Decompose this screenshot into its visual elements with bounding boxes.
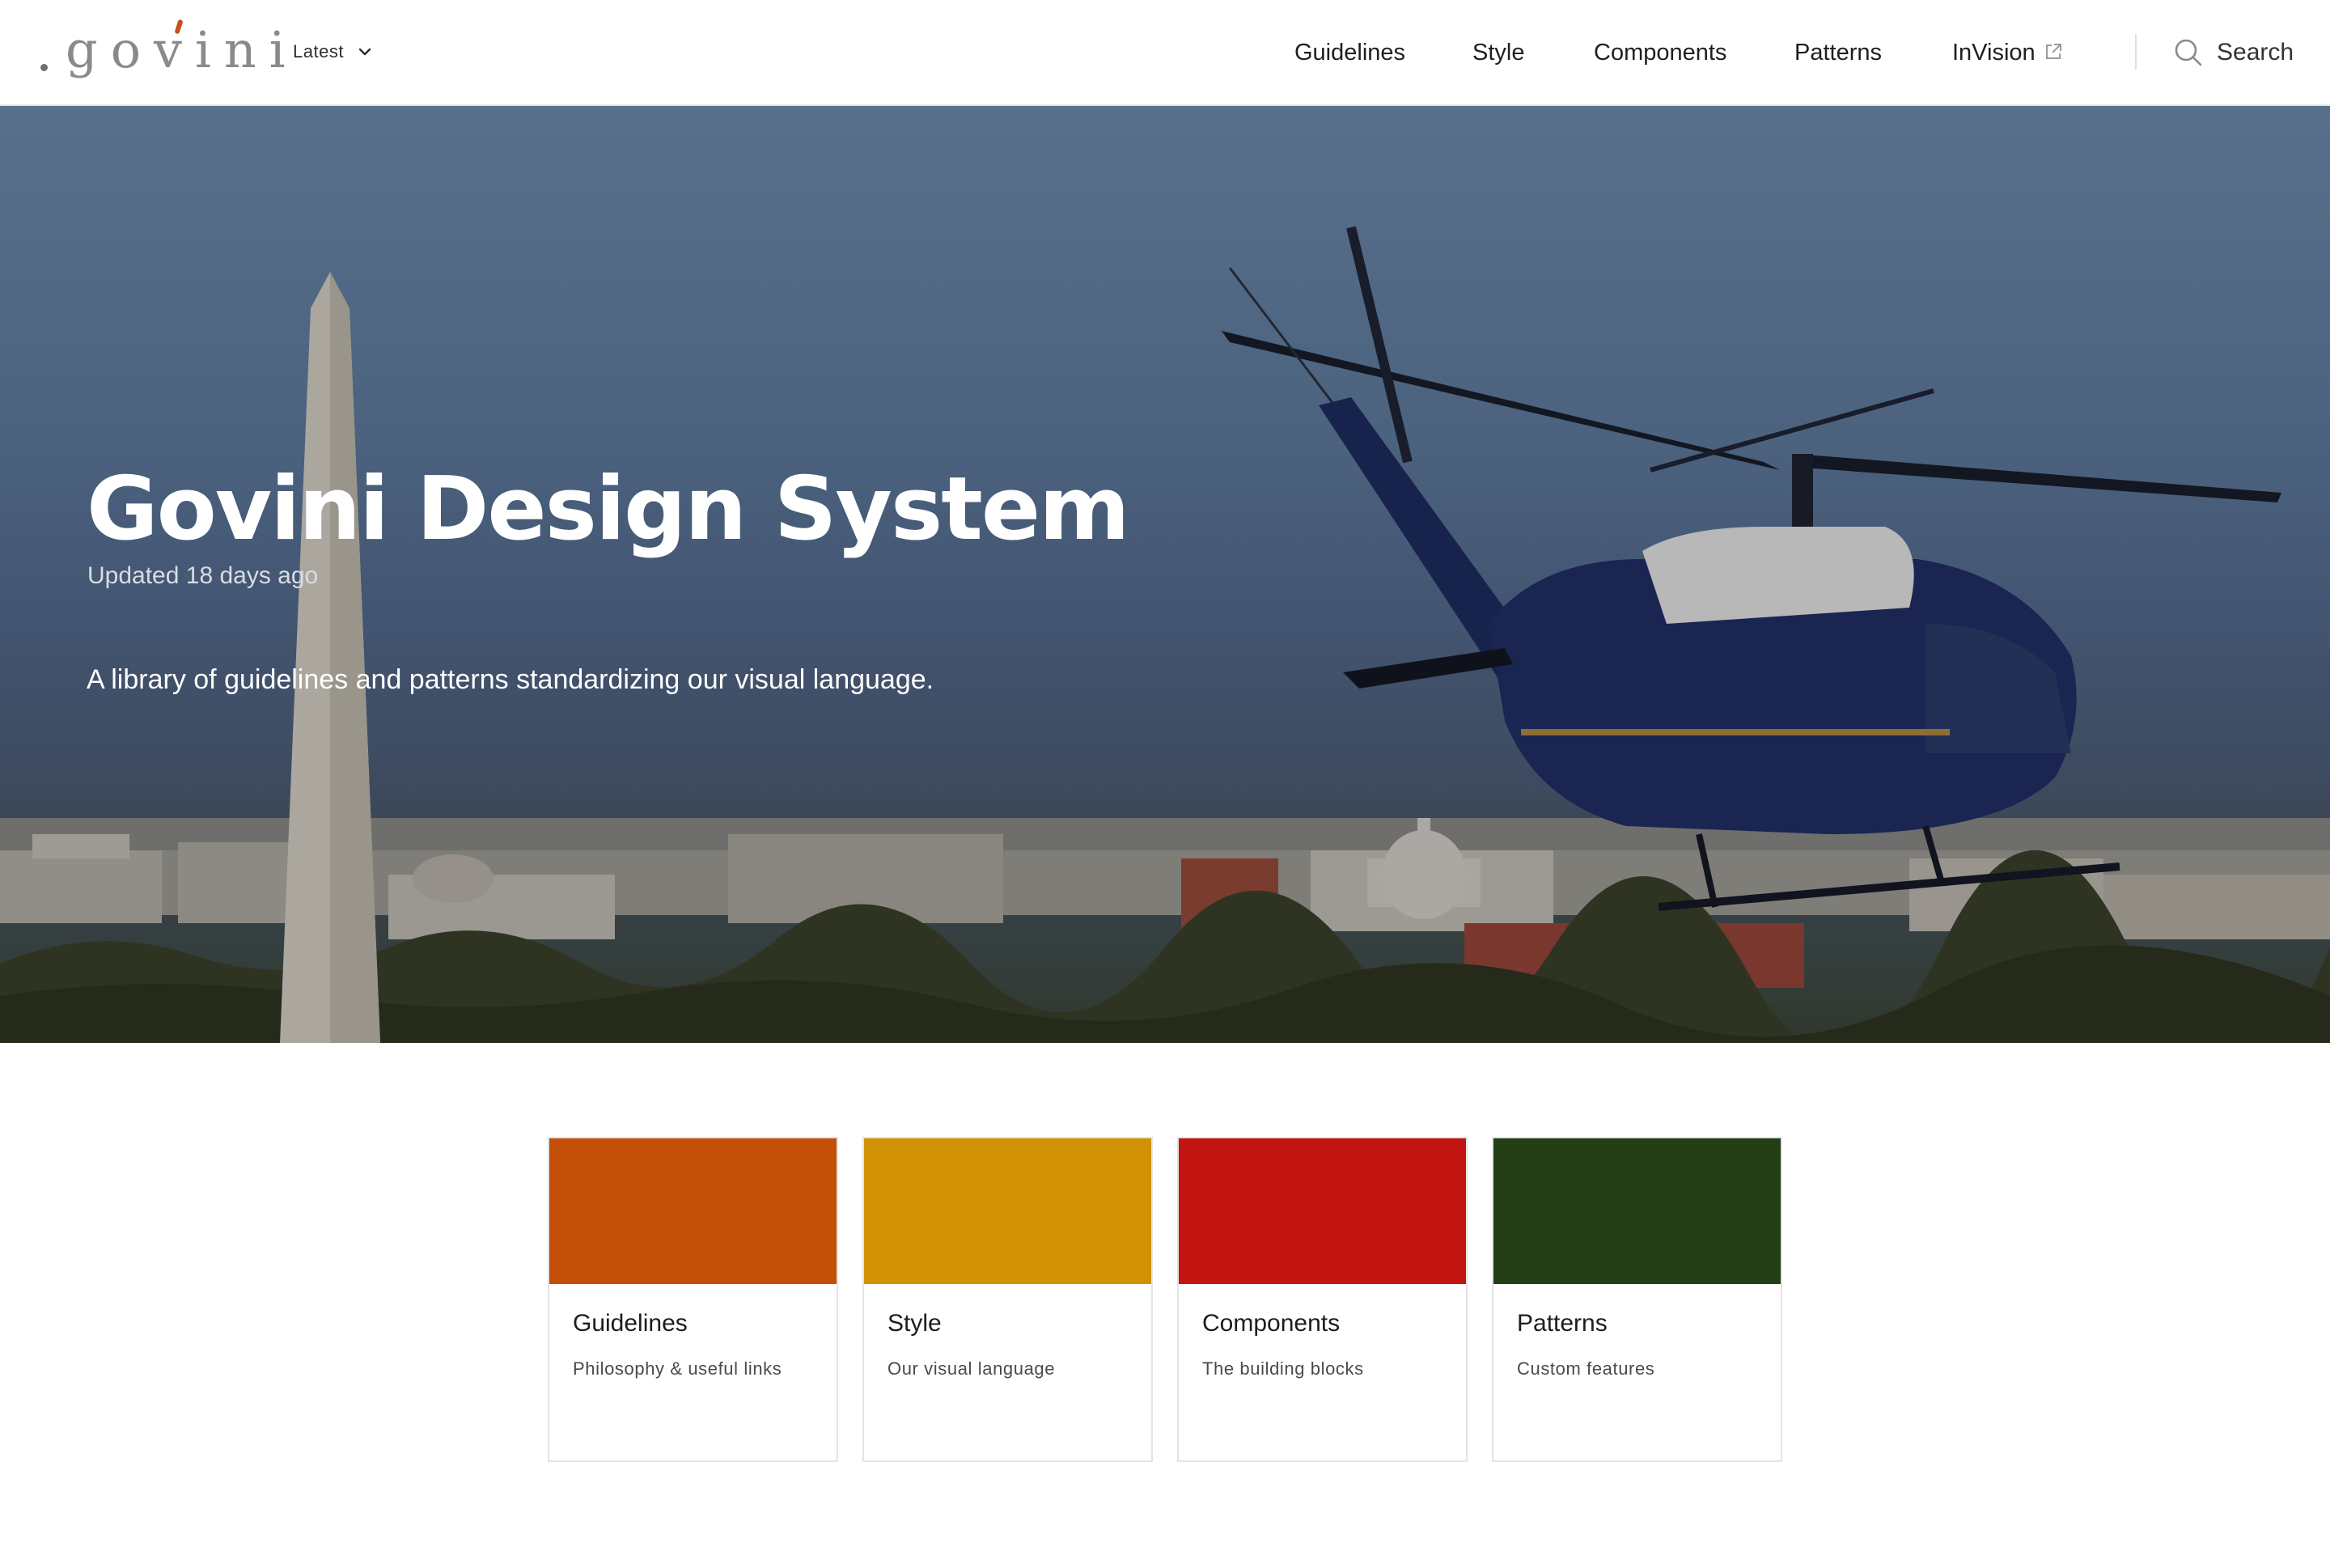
section-cards: Guidelines Philosophy & useful links Sty… (548, 1137, 1783, 1462)
card-subtitle: The building blocks (1202, 1358, 1364, 1379)
card-subtitle: Custom features (1517, 1358, 1655, 1379)
nav-divider (2135, 34, 2137, 70)
updated-timestamp: Updated 18 days ago (87, 562, 319, 589)
top-header: govini Latest Guidelines Style Component… (0, 0, 2330, 106)
card-color-swatch (1179, 1138, 1466, 1284)
hero-description: A library of guidelines and patterns sta… (87, 664, 934, 695)
hero-banner: Govini Design System Updated 18 days ago… (0, 106, 2330, 1043)
search-icon (2175, 39, 2202, 66)
card-color-swatch (549, 1138, 837, 1284)
search-label: Search (2217, 39, 2294, 66)
card-components[interactable]: Components The building blocks (1177, 1137, 1468, 1462)
page-title: Govini Design System (87, 459, 1130, 560)
search-button[interactable]: Search (2173, 32, 2294, 73)
nav-invision[interactable]: InVision (1952, 32, 2063, 73)
card-title: Style (888, 1310, 942, 1337)
card-subtitle: Philosophy & useful links (573, 1358, 782, 1379)
card-color-swatch (1493, 1138, 1781, 1284)
card-guidelines[interactable]: Guidelines Philosophy & useful links (548, 1137, 838, 1462)
card-color-swatch (864, 1138, 1151, 1284)
card-subtitle: Our visual language (888, 1358, 1056, 1379)
hero-overlay (0, 106, 2330, 1043)
main-nav: Guidelines Style Components Patterns InV… (0, 32, 2330, 73)
nav-guidelines[interactable]: Guidelines (1294, 32, 1405, 73)
nav-components[interactable]: Components (1594, 32, 1726, 73)
card-title: Components (1202, 1310, 1341, 1337)
nav-invision-label: InVision (1952, 40, 2036, 66)
external-link-icon (2045, 44, 2061, 59)
nav-patterns[interactable]: Patterns (1794, 32, 1882, 73)
nav-style[interactable]: Style (1472, 32, 1524, 73)
card-style[interactable]: Style Our visual language (862, 1137, 1153, 1462)
card-patterns[interactable]: Patterns Custom features (1492, 1137, 1782, 1462)
card-title: Guidelines (573, 1310, 688, 1337)
card-title: Patterns (1517, 1310, 1608, 1337)
